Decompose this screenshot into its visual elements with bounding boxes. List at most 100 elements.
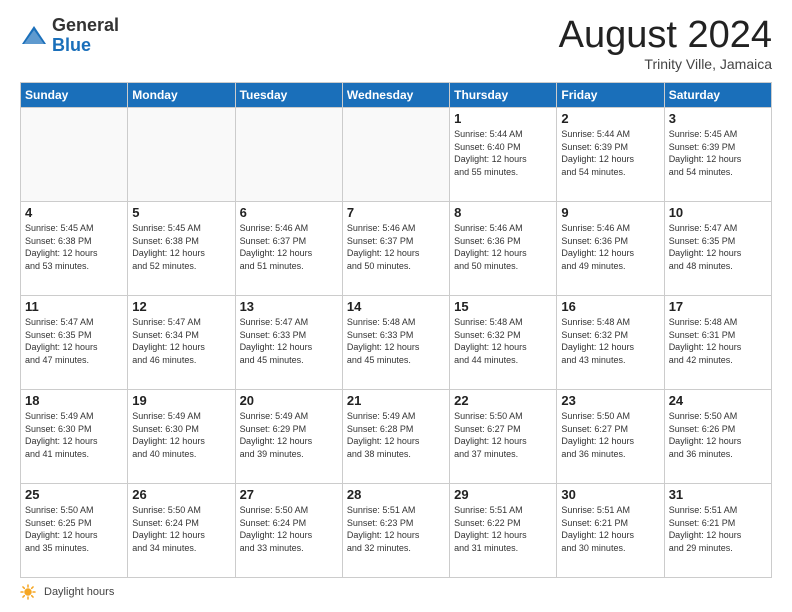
day-header-tuesday: Tuesday <box>235 83 342 108</box>
day-info: Sunrise: 5:51 AM Sunset: 6:21 PM Dayligh… <box>669 504 767 554</box>
day-number: 11 <box>25 299 123 314</box>
day-number: 16 <box>561 299 659 314</box>
day-info: Sunrise: 5:51 AM Sunset: 6:21 PM Dayligh… <box>561 504 659 554</box>
month-title: August 2024 <box>559 16 772 54</box>
calendar-cell: 9 Sunrise: 5:46 AM Sunset: 6:36 PM Daylig… <box>557 202 664 296</box>
day-number: 31 <box>669 487 767 502</box>
calendar-cell <box>128 108 235 202</box>
week-row-4: 18 Sunrise: 5:49 AM Sunset: 6:30 PM Dayli… <box>21 390 772 484</box>
day-number: 7 <box>347 205 445 220</box>
day-info: Sunrise: 5:50 AM Sunset: 6:24 PM Dayligh… <box>132 504 230 554</box>
calendar-cell: 14 Sunrise: 5:48 AM Sunset: 6:33 PM Dayli… <box>342 296 449 390</box>
calendar-cell: 13Sunrise: 5:47 AM Sunset: 6:33 PM Dayli… <box>235 296 342 390</box>
calendar-cell: 2 Sunrise: 5:44 AM Sunset: 6:39 PM Daylig… <box>557 108 664 202</box>
day-info: Sunrise: 5:46 AM Sunset: 6:37 PM Dayligh… <box>347 222 445 272</box>
calendar-cell: 4Sunrise: 5:45 AM Sunset: 6:38 PM Daylig… <box>21 202 128 296</box>
day-info: Sunrise: 5:46 AM Sunset: 6:36 PM Dayligh… <box>454 222 552 272</box>
calendar-cell: 20 Sunrise: 5:49 AM Sunset: 6:29 PM Dayli… <box>235 390 342 484</box>
day-info: Sunrise: 5:45 AM Sunset: 6:38 PM Dayligh… <box>25 222 123 272</box>
header-row: SundayMondayTuesdayWednesdayThursdayFrid… <box>21 83 772 108</box>
calendar-cell: 8 Sunrise: 5:46 AM Sunset: 6:36 PM Daylig… <box>450 202 557 296</box>
calendar-cell: 27Sunrise: 5:50 AM Sunset: 6:24 PM Dayli… <box>235 484 342 578</box>
calendar-cell: 7 Sunrise: 5:46 AM Sunset: 6:37 PM Daylig… <box>342 202 449 296</box>
day-info: Sunrise: 5:49 AM Sunset: 6:28 PM Dayligh… <box>347 410 445 460</box>
day-number: 20 <box>240 393 338 408</box>
day-info: Sunrise: 5:49 AM Sunset: 6:30 PM Dayligh… <box>132 410 230 460</box>
calendar-cell: 26Sunrise: 5:50 AM Sunset: 6:24 PM Dayli… <box>128 484 235 578</box>
day-number: 5 <box>132 205 230 220</box>
day-info: Sunrise: 5:46 AM Sunset: 6:36 PM Dayligh… <box>561 222 659 272</box>
day-number: 2 <box>561 111 659 126</box>
day-info: Sunrise: 5:48 AM Sunset: 6:32 PM Dayligh… <box>454 316 552 366</box>
header: General Blue August 2024 Trinity Ville, … <box>20 16 772 72</box>
day-info: Sunrise: 5:50 AM Sunset: 6:26 PM Dayligh… <box>669 410 767 460</box>
footer-label: Daylight hours <box>44 586 114 598</box>
day-info: Sunrise: 5:46 AM Sunset: 6:37 PM Dayligh… <box>240 222 338 272</box>
day-number: 30 <box>561 487 659 502</box>
day-number: 8 <box>454 205 552 220</box>
calendar-body: 1 Sunrise: 5:44 AM Sunset: 6:40 PM Daylig… <box>21 108 772 578</box>
day-info: Sunrise: 5:44 AM Sunset: 6:40 PM Dayligh… <box>454 128 552 178</box>
calendar-cell: 30 Sunrise: 5:51 AM Sunset: 6:21 PM Dayli… <box>557 484 664 578</box>
logo-icon <box>20 22 48 50</box>
day-info: Sunrise: 5:47 AM Sunset: 6:34 PM Dayligh… <box>132 316 230 366</box>
calendar-table: SundayMondayTuesdayWednesdayThursdayFrid… <box>20 82 772 578</box>
day-info: Sunrise: 5:47 AM Sunset: 6:35 PM Dayligh… <box>669 222 767 272</box>
calendar-cell: 15 Sunrise: 5:48 AM Sunset: 6:32 PM Dayli… <box>450 296 557 390</box>
logo: General Blue <box>20 16 119 56</box>
day-info: Sunrise: 5:48 AM Sunset: 6:33 PM Dayligh… <box>347 316 445 366</box>
day-info: Sunrise: 5:50 AM Sunset: 6:25 PM Dayligh… <box>25 504 123 554</box>
day-number: 13 <box>240 299 338 314</box>
day-info: Sunrise: 5:49 AM Sunset: 6:29 PM Dayligh… <box>240 410 338 460</box>
calendar-cell: 10 Sunrise: 5:47 AM Sunset: 6:35 PM Dayli… <box>664 202 771 296</box>
day-header-thursday: Thursday <box>450 83 557 108</box>
day-info: Sunrise: 5:44 AM Sunset: 6:39 PM Dayligh… <box>561 128 659 178</box>
calendar-header: SundayMondayTuesdayWednesdayThursdayFrid… <box>21 83 772 108</box>
day-number: 9 <box>561 205 659 220</box>
day-header-saturday: Saturday <box>664 83 771 108</box>
day-info: Sunrise: 5:51 AM Sunset: 6:23 PM Dayligh… <box>347 504 445 554</box>
calendar-cell: 29 Sunrise: 5:51 AM Sunset: 6:22 PM Dayli… <box>450 484 557 578</box>
calendar-cell: 24 Sunrise: 5:50 AM Sunset: 6:26 PM Dayli… <box>664 390 771 484</box>
calendar-cell: 28 Sunrise: 5:51 AM Sunset: 6:23 PM Dayli… <box>342 484 449 578</box>
day-number: 29 <box>454 487 552 502</box>
calendar-cell: 21 Sunrise: 5:49 AM Sunset: 6:28 PM Dayli… <box>342 390 449 484</box>
day-number: 21 <box>347 393 445 408</box>
day-number: 18 <box>25 393 123 408</box>
week-row-1: 1 Sunrise: 5:44 AM Sunset: 6:40 PM Daylig… <box>21 108 772 202</box>
calendar-cell: 17Sunrise: 5:48 AM Sunset: 6:31 PM Dayli… <box>664 296 771 390</box>
day-number: 25 <box>25 487 123 502</box>
day-number: 6 <box>240 205 338 220</box>
logo-blue: Blue <box>52 36 119 56</box>
day-number: 12 <box>132 299 230 314</box>
logo-text: General Blue <box>52 16 119 56</box>
day-number: 24 <box>669 393 767 408</box>
day-header-friday: Friday <box>557 83 664 108</box>
day-info: Sunrise: 5:50 AM Sunset: 6:27 PM Dayligh… <box>561 410 659 460</box>
day-info: Sunrise: 5:50 AM Sunset: 6:27 PM Dayligh… <box>454 410 552 460</box>
calendar-cell <box>21 108 128 202</box>
day-info: Sunrise: 5:51 AM Sunset: 6:22 PM Dayligh… <box>454 504 552 554</box>
week-row-2: 4Sunrise: 5:45 AM Sunset: 6:38 PM Daylig… <box>21 202 772 296</box>
week-row-5: 25 Sunrise: 5:50 AM Sunset: 6:25 PM Dayli… <box>21 484 772 578</box>
day-number: 1 <box>454 111 552 126</box>
week-row-3: 11 Sunrise: 5:47 AM Sunset: 6:35 PM Dayli… <box>21 296 772 390</box>
calendar-cell: 23Sunrise: 5:50 AM Sunset: 6:27 PM Dayli… <box>557 390 664 484</box>
day-info: Sunrise: 5:48 AM Sunset: 6:32 PM Dayligh… <box>561 316 659 366</box>
day-info: Sunrise: 5:47 AM Sunset: 6:35 PM Dayligh… <box>25 316 123 366</box>
calendar-cell <box>342 108 449 202</box>
day-info: Sunrise: 5:45 AM Sunset: 6:39 PM Dayligh… <box>669 128 767 178</box>
calendar-cell: 1 Sunrise: 5:44 AM Sunset: 6:40 PM Daylig… <box>450 108 557 202</box>
calendar-cell: 25 Sunrise: 5:50 AM Sunset: 6:25 PM Dayli… <box>21 484 128 578</box>
day-number: 15 <box>454 299 552 314</box>
day-number: 28 <box>347 487 445 502</box>
day-header-monday: Monday <box>128 83 235 108</box>
day-number: 14 <box>347 299 445 314</box>
sun-icon <box>20 584 36 600</box>
day-number: 10 <box>669 205 767 220</box>
calendar-cell: 5Sunrise: 5:45 AM Sunset: 6:38 PM Daylig… <box>128 202 235 296</box>
day-number: 22 <box>454 393 552 408</box>
calendar-cell: 6 Sunrise: 5:46 AM Sunset: 6:37 PM Daylig… <box>235 202 342 296</box>
day-number: 19 <box>132 393 230 408</box>
logo-general: General <box>52 16 119 36</box>
